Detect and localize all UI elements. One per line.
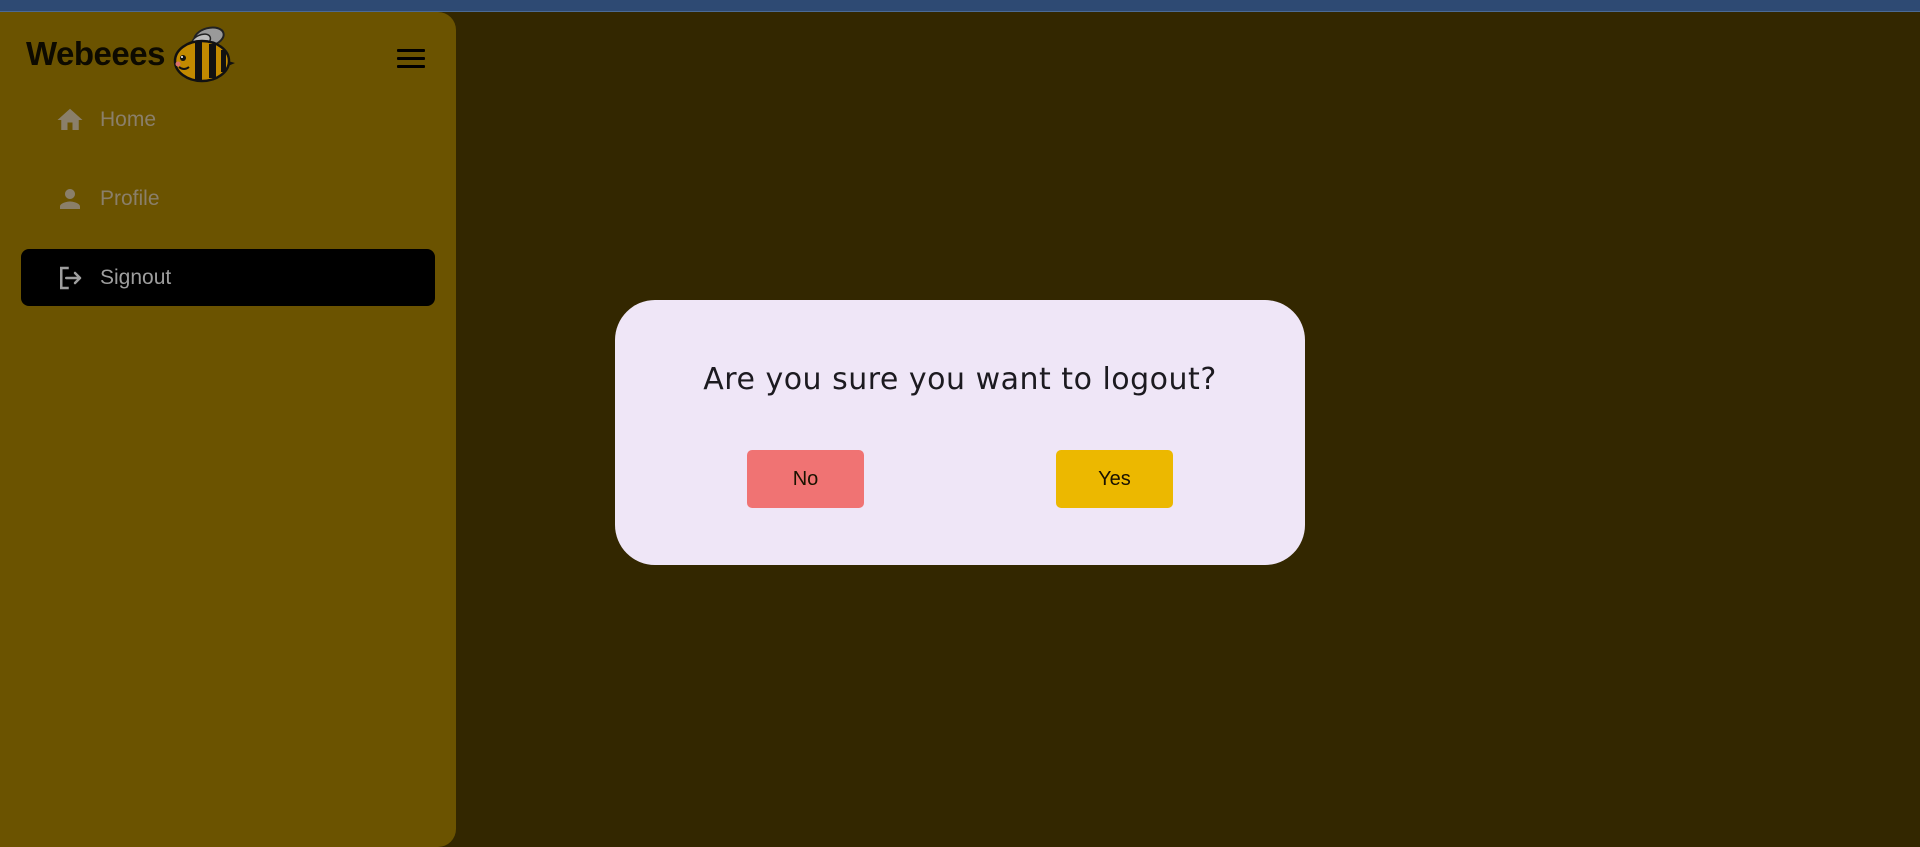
- brand-name: Webeees: [26, 35, 165, 72]
- brand[interactable]: Webeees: [26, 24, 235, 84]
- home-icon: [57, 108, 83, 130]
- sidebar-item-label: Profile: [100, 186, 160, 210]
- dialog-title: Are you sure you want to logout?: [703, 362, 1217, 397]
- sidebar-item-label: Signout: [100, 265, 172, 289]
- sidebar: Webeees Home Profile Signout: [0, 12, 456, 847]
- sidebar-item-home[interactable]: Home: [21, 91, 435, 148]
- no-button[interactable]: No: [747, 450, 864, 508]
- logout-confirm-dialog: Are you sure you want to logout? No Yes: [615, 300, 1305, 565]
- sidebar-item-signout[interactable]: Signout: [21, 249, 435, 306]
- browser-top-bar: [0, 0, 1920, 12]
- person-icon: [60, 188, 80, 209]
- logout-icon: [60, 266, 82, 289]
- sidebar-item-label: Home: [100, 107, 157, 131]
- sidebar-item-profile[interactable]: Profile: [21, 170, 435, 227]
- hamburger-menu-icon[interactable]: [394, 45, 428, 73]
- yes-button[interactable]: Yes: [1056, 450, 1173, 508]
- bee-icon: [173, 26, 235, 83]
